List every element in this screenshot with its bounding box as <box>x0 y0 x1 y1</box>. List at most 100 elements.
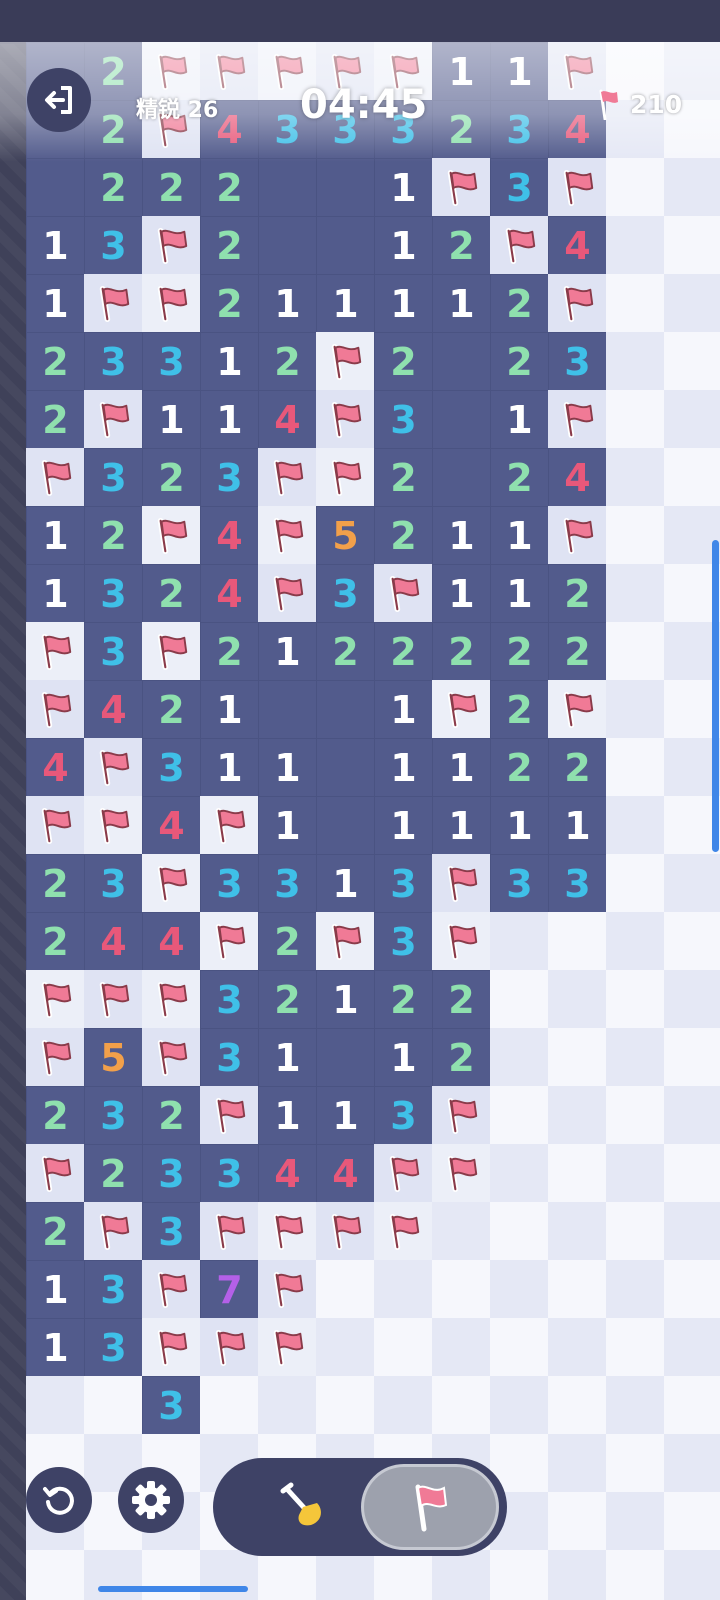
unrevealed-cell[interactable] <box>142 1550 201 1600</box>
unrevealed-cell[interactable] <box>606 1550 665 1600</box>
number-cell[interactable]: 1 <box>374 274 433 333</box>
flag-cell[interactable] <box>200 796 259 855</box>
flag-cell[interactable] <box>200 1318 259 1377</box>
number-cell[interactable]: 3 <box>374 854 433 913</box>
unrevealed-cell[interactable] <box>548 1202 607 1261</box>
number-cell[interactable]: 1 <box>490 564 549 623</box>
number-cell[interactable]: 2 <box>142 680 201 739</box>
number-cell[interactable]: 3 <box>84 216 143 275</box>
flag-cell[interactable] <box>432 680 491 739</box>
number-cell[interactable]: 3 <box>200 1028 259 1087</box>
unrevealed-cell[interactable] <box>664 1492 720 1551</box>
number-cell[interactable]: 2 <box>374 448 433 507</box>
unrevealed-cell[interactable] <box>606 854 665 913</box>
number-cell[interactable]: 3 <box>142 738 201 797</box>
number-cell[interactable]: 1 <box>200 738 259 797</box>
flag-cell[interactable] <box>26 448 85 507</box>
number-cell[interactable]: 1 <box>374 738 433 797</box>
number-cell[interactable]: 1 <box>258 1028 317 1087</box>
number-cell[interactable]: 3 <box>84 1260 143 1319</box>
number-cell[interactable]: 2 <box>548 622 607 681</box>
number-cell[interactable]: 2 <box>548 738 607 797</box>
flag-cell[interactable] <box>374 564 433 623</box>
unrevealed-cell[interactable] <box>548 1492 607 1551</box>
flag-cell[interactable] <box>142 216 201 275</box>
unrevealed-cell[interactable] <box>316 1376 375 1435</box>
unrevealed-cell[interactable] <box>664 1028 720 1087</box>
number-cell[interactable]: 2 <box>84 506 143 565</box>
number-cell[interactable]: 2 <box>490 274 549 333</box>
number-cell[interactable]: 4 <box>84 912 143 971</box>
number-cell[interactable]: 1 <box>258 622 317 681</box>
flag-cell[interactable] <box>548 680 607 739</box>
number-cell[interactable]: 4 <box>200 564 259 623</box>
number-cell[interactable]: 2 <box>316 622 375 681</box>
number-cell[interactable]: 1 <box>490 506 549 565</box>
number-cell[interactable]: 1 <box>26 216 85 275</box>
flag-cell[interactable] <box>26 622 85 681</box>
number-cell[interactable]: 3 <box>200 970 259 1029</box>
number-cell[interactable]: 2 <box>142 448 201 507</box>
unrevealed-cell[interactable] <box>606 506 665 565</box>
unrevealed-cell[interactable] <box>606 796 665 855</box>
number-cell[interactable]: 3 <box>200 1144 259 1203</box>
number-cell[interactable]: 1 <box>26 564 85 623</box>
unrevealed-cell[interactable] <box>258 1376 317 1435</box>
flag-cell[interactable] <box>316 912 375 971</box>
unrevealed-cell[interactable] <box>490 1028 549 1087</box>
number-cell[interactable]: 3 <box>490 854 549 913</box>
empty-cell[interactable] <box>316 680 375 739</box>
unrevealed-cell[interactable] <box>548 1144 607 1203</box>
number-cell[interactable]: 2 <box>374 506 433 565</box>
unrevealed-cell[interactable] <box>606 912 665 971</box>
unrevealed-cell[interactable] <box>606 216 665 275</box>
number-cell[interactable]: 2 <box>258 970 317 1029</box>
flag-cell[interactable] <box>84 1202 143 1261</box>
number-cell[interactable]: 1 <box>432 564 491 623</box>
number-cell[interactable]: 2 <box>258 332 317 391</box>
flag-cell[interactable] <box>26 1028 85 1087</box>
unrevealed-cell[interactable] <box>606 1086 665 1145</box>
unrevealed-cell[interactable] <box>664 1144 720 1203</box>
empty-cell[interactable] <box>316 738 375 797</box>
number-cell[interactable]: 2 <box>26 854 85 913</box>
number-cell[interactable]: 1 <box>374 796 433 855</box>
unrevealed-cell[interactable] <box>664 448 720 507</box>
number-cell[interactable]: 1 <box>26 1260 85 1319</box>
number-cell[interactable]: 2 <box>142 1086 201 1145</box>
unrevealed-cell[interactable] <box>606 448 665 507</box>
unrevealed-cell[interactable] <box>606 1144 665 1203</box>
unrevealed-cell[interactable] <box>606 970 665 1029</box>
flag-cell[interactable] <box>26 680 85 739</box>
empty-cell[interactable] <box>316 1028 375 1087</box>
number-cell[interactable]: 1 <box>432 796 491 855</box>
number-cell[interactable]: 3 <box>490 158 549 217</box>
unrevealed-cell[interactable] <box>432 1260 491 1319</box>
number-cell[interactable]: 2 <box>374 332 433 391</box>
number-cell[interactable]: 3 <box>374 1086 433 1145</box>
empty-cell[interactable] <box>258 158 317 217</box>
unrevealed-cell[interactable] <box>548 1260 607 1319</box>
number-cell[interactable]: 7 <box>200 1260 259 1319</box>
unrevealed-cell[interactable] <box>490 1260 549 1319</box>
number-cell[interactable]: 2 <box>432 622 491 681</box>
number-cell[interactable]: 2 <box>26 912 85 971</box>
number-cell[interactable]: 1 <box>26 506 85 565</box>
number-cell[interactable]: 4 <box>316 1144 375 1203</box>
unrevealed-cell[interactable] <box>664 390 720 449</box>
unrevealed-cell[interactable] <box>664 158 720 217</box>
flag-cell[interactable] <box>432 158 491 217</box>
unrevealed-cell[interactable] <box>606 1492 665 1551</box>
number-cell[interactable]: 4 <box>548 216 607 275</box>
number-cell[interactable]: 2 <box>432 216 491 275</box>
number-cell[interactable]: 1 <box>200 332 259 391</box>
empty-cell[interactable] <box>432 390 491 449</box>
number-cell[interactable]: 4 <box>258 1144 317 1203</box>
flag-cell[interactable] <box>258 1260 317 1319</box>
empty-cell[interactable] <box>258 680 317 739</box>
number-cell[interactable]: 1 <box>374 158 433 217</box>
number-cell[interactable]: 2 <box>142 158 201 217</box>
number-cell[interactable]: 2 <box>258 912 317 971</box>
unrevealed-cell[interactable] <box>664 1086 720 1145</box>
minesweeper-board[interactable]: 2112433323422213132124121111223312223211… <box>26 42 720 1600</box>
